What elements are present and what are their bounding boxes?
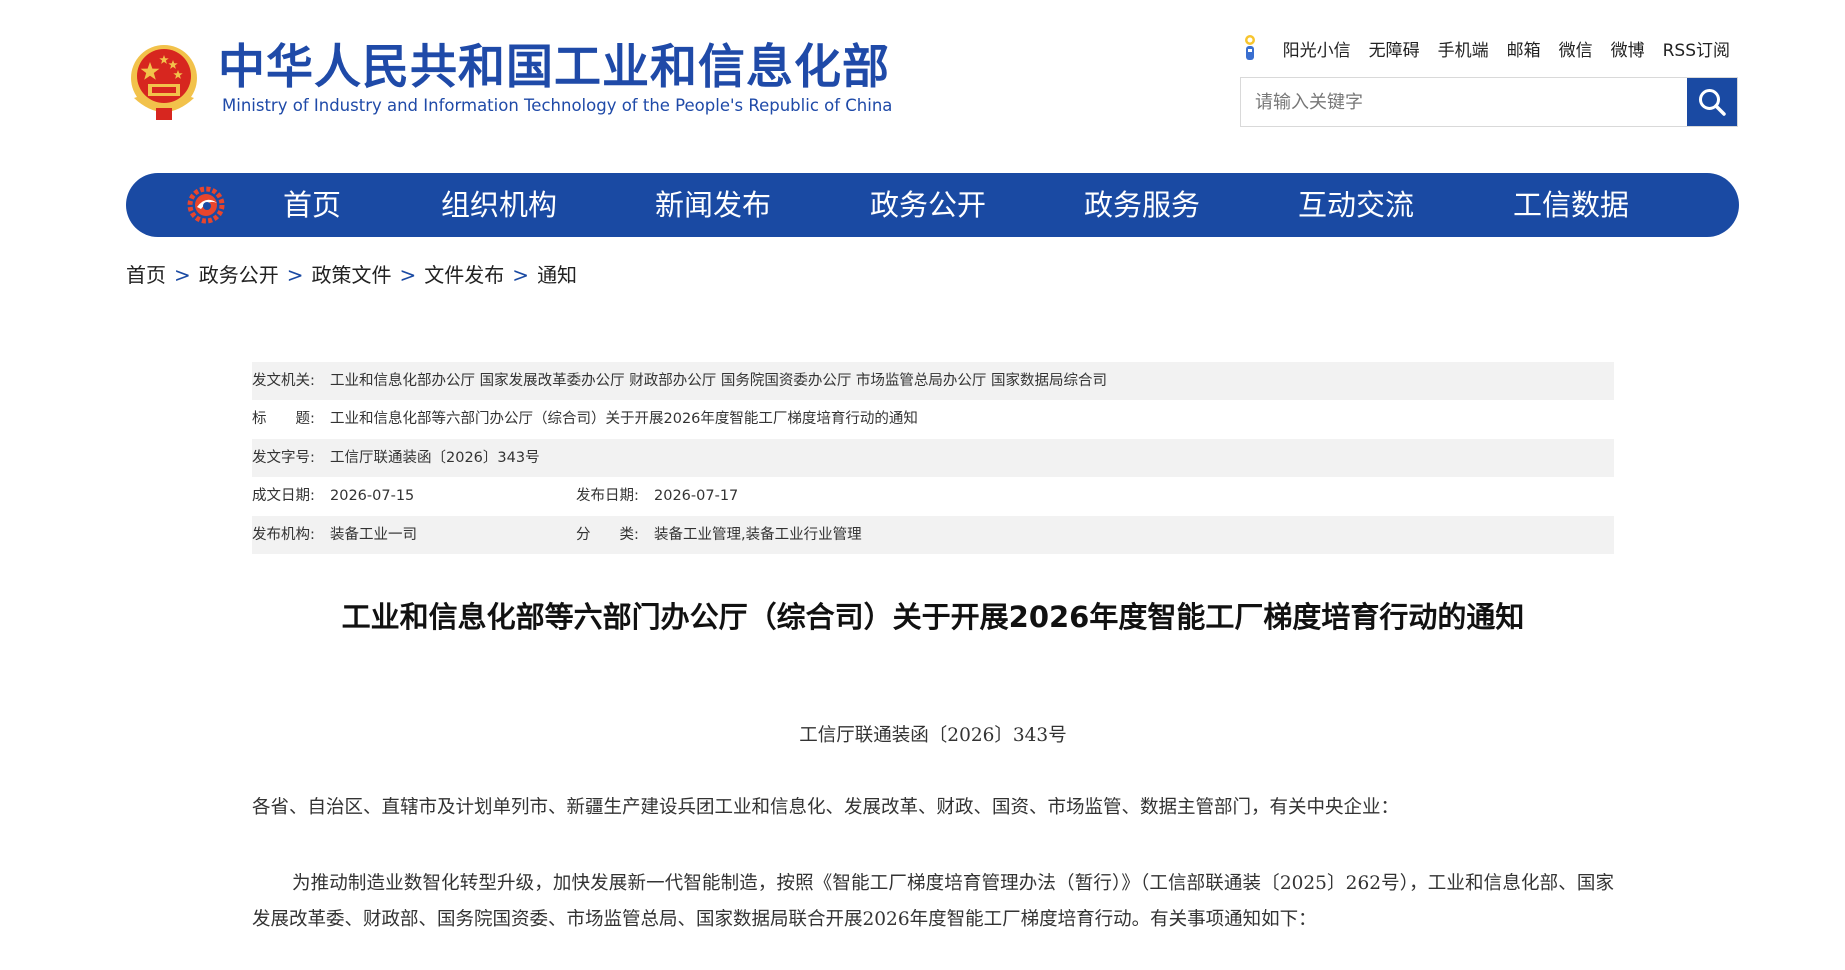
search-button[interactable] (1687, 78, 1737, 126)
document-paragraph: 为推动制造业数智化转型升级，加快发展新一代智能制造，按照《智能工厂梯度培育管理办… (252, 873, 1614, 930)
breadcrumb-file-release[interactable]: 文件发布 (424, 263, 504, 287)
meta-title: 工业和信息化部等六部门办公厅（综合司）关于开展2026年度智能工厂梯度培育行动的… (330, 411, 918, 428)
nav-organization[interactable]: 组织机构 (441, 173, 557, 237)
meta-docno: 工信厅联通装函〔2026〕343号 (330, 449, 540, 466)
meta-category: 装备工业管理,装备工业行业管理 (654, 526, 862, 543)
breadcrumb-policy-files[interactable]: 政策文件 (312, 263, 392, 287)
document-addressee: 各省、自治区、直辖市及计划单列市、新疆生产建设兵团工业和信息化、发展改革、财政、… (252, 797, 1400, 818)
breadcrumb-government-affairs[interactable]: 政务公开 (199, 263, 279, 287)
document-number: 工信厅联通装函〔2026〕343号 (799, 725, 1067, 746)
document-title: 工业和信息化部等六部门办公厅（综合司）关于开展2026年度智能工厂梯度培育行动的… (341, 600, 1525, 634)
search-icon (1699, 89, 1726, 116)
link-sunshine[interactable]: 阳光小信 (1283, 36, 1351, 61)
link-mobile[interactable]: 手机端 (1438, 36, 1489, 61)
miit-logo-icon (187, 186, 225, 224)
national-emblem-icon (131, 45, 197, 120)
meta-label: 分 类: (576, 526, 639, 543)
sunshine-icon (1244, 35, 1255, 60)
meta-label: 发文机关: (252, 373, 315, 389)
nav-home[interactable]: 首页 (283, 173, 341, 237)
nav-interaction[interactable]: 互动交流 (1298, 173, 1414, 237)
meta-published-date: 2026-07-17 (654, 488, 739, 505)
main-nav: 首页 组织机构 新闻发布 政务公开 政务服务 互动交流 工信数据 (126, 173, 1739, 237)
link-accessibility[interactable]: 无障碍 (1369, 36, 1420, 61)
meta-label: 发布机构: (252, 526, 315, 543)
breadcrumb-separator: > (286, 263, 304, 287)
meta-issuer: 工业和信息化部办公厅 国家发展改革委办公厅 财政部办公厅 国务院国资委办公厅 市… (330, 373, 1108, 389)
nav-government-services[interactable]: 政务服务 (1084, 173, 1200, 237)
link-rss[interactable]: RSS订阅 (1663, 36, 1730, 61)
meta-row-issuer: 发文机关: 工业和信息化部办公厅 国家发展改革委办公厅 财政部办公厅 国务院国资委… (252, 362, 1614, 401)
search-input[interactable] (1241, 78, 1687, 126)
top-links: 阳光小信 无障碍 手机端 邮箱 微信 微博 RSS订阅 (1239, 34, 1730, 62)
breadcrumb-separator: > (174, 263, 191, 287)
nav-news[interactable]: 新闻发布 (655, 173, 771, 237)
meta-label: 发文字号: (252, 449, 315, 466)
breadcrumb-notice[interactable]: 通知 (537, 263, 577, 287)
breadcrumb: 首页 > 政务公开 > 政策文件 > 文件发布 > 通知 (126, 262, 577, 288)
meta-written-date: 2026-07-15 (330, 488, 415, 505)
site-title: 中华人民共和国工业和信息化部 (218, 40, 890, 95)
nav-data[interactable]: 工信数据 (1513, 173, 1629, 237)
meta-label: 成文日期: (252, 488, 315, 505)
link-mail[interactable]: 邮箱 (1507, 36, 1541, 61)
link-weibo[interactable]: 微博 (1611, 36, 1645, 61)
meta-row-title: 标 题: 工业和信息化部等六部门办公厅（综合司）关于开展2026年度智能工厂梯度培… (252, 400, 1614, 438)
meta-label: 发布日期: (576, 488, 639, 505)
meta-row-docno: 发文字号: 工信厅联通装函〔2026〕343号 (252, 438, 1614, 478)
breadcrumb-separator: > (512, 263, 530, 287)
link-wechat[interactable]: 微信 (1559, 36, 1593, 61)
meta-publisher: 装备工业一司 (330, 526, 417, 543)
meta-row-publisher: 发布机构: 装备工业一司 分 类: 装备工业管理,装备工业行业管理 (252, 515, 1614, 554)
document-meta-table: 发文机关: 工业和信息化部办公厅 国家发展改革委办公厅 财政部办公厅 国务院国资委… (252, 362, 1614, 554)
breadcrumb-home[interactable]: 首页 (126, 263, 166, 287)
nav-government-affairs[interactable]: 政务公开 (870, 173, 986, 237)
meta-row-dates: 成文日期: 2026-07-15 发布日期: 2026-07-17 (252, 477, 1614, 515)
breadcrumb-separator: > (399, 263, 417, 287)
site-subtitle: Ministry of Industry and Information Tec… (222, 96, 893, 115)
search-box (1240, 77, 1738, 127)
meta-label: 标 题: (252, 411, 315, 428)
